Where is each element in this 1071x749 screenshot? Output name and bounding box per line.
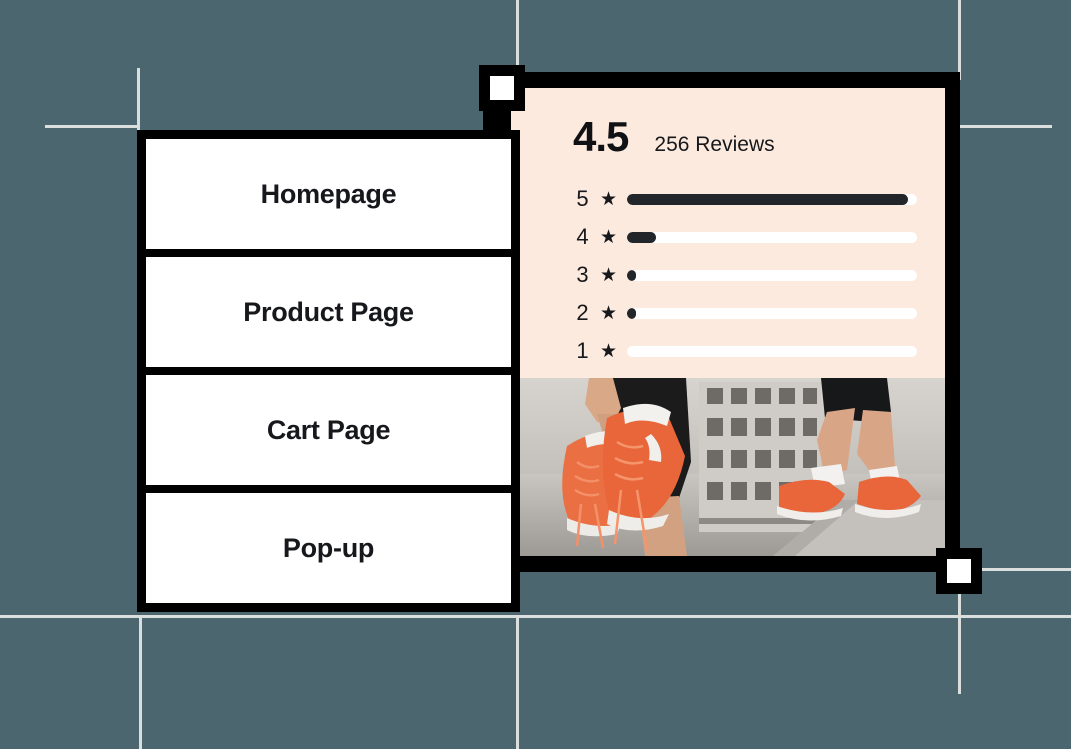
score-row: 4.5 256 Reviews	[511, 116, 945, 158]
product-photo-artwork	[511, 378, 945, 556]
rating-row-4[interactable]: 4 ★	[511, 218, 945, 256]
sidebar-item-label: Pop-up	[282, 532, 375, 563]
review-card-body: 4.5 256 Reviews 5 ★ 4 ★ 3 ★ 2 ★ 1 ★	[511, 88, 945, 556]
guide-line-vertical-right-bottom	[958, 592, 961, 694]
rating-row-2[interactable]: 2 ★	[511, 294, 945, 332]
rating-row-3-track	[627, 269, 918, 281]
page-list-panel: Homepage Product Page Cart Page Pop-up	[137, 130, 520, 612]
sidebar-item-label: Product Page	[243, 296, 414, 327]
sidebar-item-homepage[interactable]: Homepage	[146, 139, 511, 249]
rating-row-2-fill	[627, 307, 636, 319]
rating-row-1-stars: 1	[576, 338, 589, 363]
sidebar-item-product-page[interactable]: Product Page	[146, 257, 511, 367]
resize-handle-top-left[interactable]	[479, 65, 525, 111]
star-icon: ★	[600, 264, 618, 286]
ratings-summary: 4.5 256 Reviews 5 ★ 4 ★ 3 ★ 2 ★ 1 ★	[511, 88, 945, 378]
rating-row-5-stars: 5	[576, 186, 589, 211]
rating-row-1-track	[627, 345, 918, 357]
review-card: 4.5 256 Reviews 5 ★ 4 ★ 3 ★ 2 ★ 1 ★	[483, 72, 960, 572]
rating-row-5[interactable]: 5 ★	[511, 180, 945, 218]
star-icon: ★	[600, 188, 618, 210]
rating-row-2-track	[627, 307, 918, 319]
rating-row-1[interactable]: 1 ★	[511, 332, 945, 370]
guide-line-vertical-left-top	[137, 68, 140, 135]
star-icon: ★	[600, 302, 618, 324]
rating-row-2-stars: 2	[576, 300, 589, 325]
rating-row-5-fill	[627, 193, 909, 205]
product-photo	[511, 378, 945, 556]
guide-line-vertical-right-top	[958, 0, 961, 80]
sidebar-item-label: Cart Page	[266, 414, 391, 445]
resize-handle-bottom-right[interactable]	[936, 548, 982, 594]
guide-line-horizontal-top-right	[960, 125, 1052, 128]
guide-line-vertical-center-top	[516, 0, 519, 68]
guide-line-vertical-center-bottom	[516, 616, 519, 749]
rating-row-4-stars: 4	[576, 224, 589, 249]
sidebar-item-cart-page[interactable]: Cart Page	[146, 375, 511, 485]
rating-row-4-fill	[627, 231, 657, 243]
rating-row-3-fill	[627, 269, 636, 281]
rating-row-3[interactable]: 3 ★	[511, 256, 945, 294]
rating-row-4-track	[627, 231, 918, 243]
star-icon: ★	[600, 340, 618, 362]
reviews-count: 256 Reviews	[654, 133, 775, 156]
average-score: 4.5	[573, 113, 629, 160]
guide-line-horizontal-bottom	[0, 615, 1071, 618]
guide-line-horizontal-top-left	[45, 125, 140, 128]
sidebar-item-pop-up[interactable]: Pop-up	[146, 493, 511, 603]
rating-row-3-stars: 3	[576, 262, 589, 287]
sidebar-item-label: Homepage	[260, 178, 397, 209]
star-icon: ★	[600, 226, 618, 248]
handle-square-icon	[490, 76, 514, 100]
guide-line-vertical-left-bottom	[139, 616, 142, 749]
handle-square-icon	[947, 559, 971, 583]
rating-row-5-track	[627, 193, 918, 205]
